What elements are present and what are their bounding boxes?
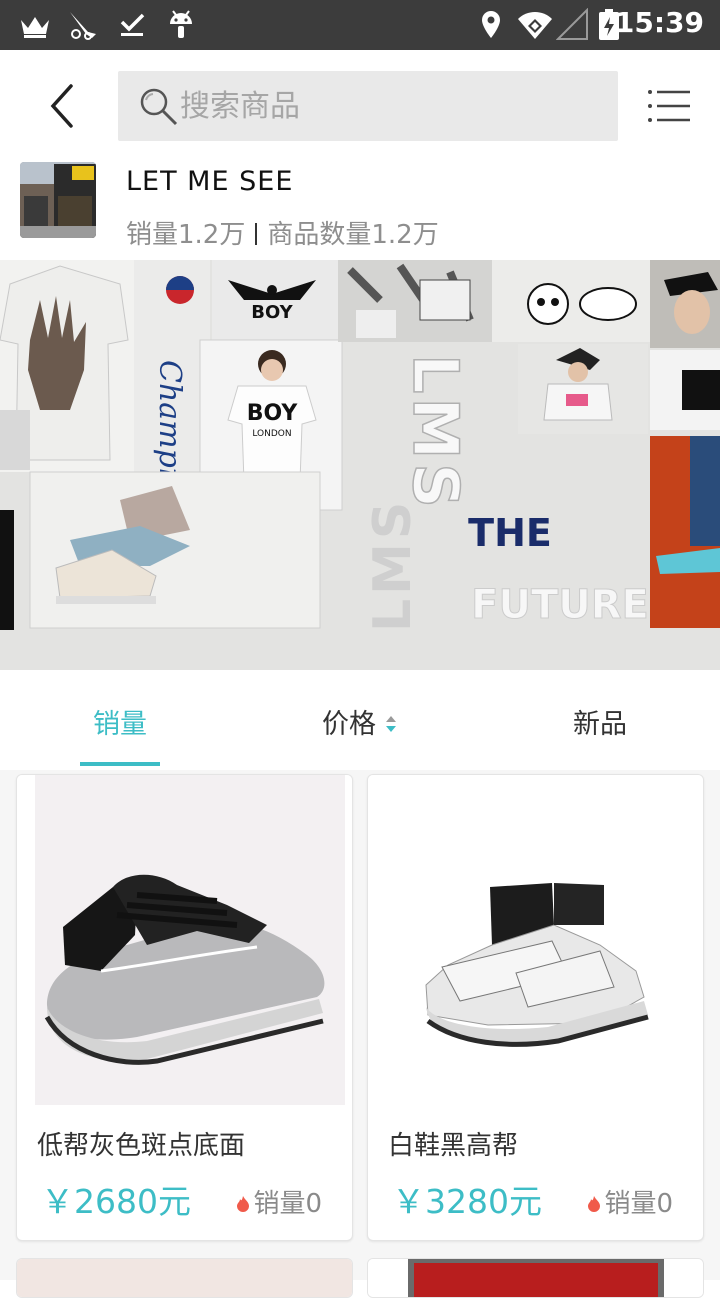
banner-tile-collage <box>338 260 492 342</box>
banner-tile-skull <box>492 260 650 342</box>
android-icon <box>170 10 192 38</box>
product-sales-label: 销量0 <box>253 1189 322 1219</box>
search-input[interactable] <box>180 81 600 131</box>
product-price: ￥3280元 <box>392 1182 542 1221</box>
tab-price-label: 价格 <box>322 709 376 740</box>
banner-tile-hand-tee <box>0 260 134 472</box>
banner-tile-sneakers <box>29 471 321 629</box>
tab-new-label: 新品 <box>573 709 627 740</box>
product-sales: 销量0 <box>588 1183 673 1220</box>
fire-icon <box>237 1196 250 1212</box>
search-bar[interactable] <box>118 71 618 141</box>
product-card-partial[interactable] <box>16 1258 353 1298</box>
search-icon <box>140 88 178 126</box>
menu-button[interactable] <box>640 78 698 134</box>
product-sales: 销量0 <box>237 1183 322 1220</box>
download-done-icon <box>120 13 145 36</box>
banner-text-future: FUTURE <box>471 582 649 628</box>
banner-tile-boy-eagle: BOY <box>212 260 340 340</box>
crown-icon <box>21 17 49 38</box>
banner-text-boy-tee: BOY <box>247 401 299 426</box>
product-image <box>17 1259 352 1297</box>
wifi-icon <box>518 11 552 39</box>
sort-arrows-icon <box>386 716 396 732</box>
signal-icon <box>556 8 588 40</box>
product-image <box>368 1259 703 1297</box>
shop-info[interactable]: LET ME SEE 销量1.2万 商品数量1.2万 <box>0 160 720 260</box>
tab-new[interactable]: 新品 <box>480 670 720 770</box>
product-title: 低帮灰色斑点底面 <box>37 1131 246 1161</box>
active-tab-indicator <box>80 762 160 766</box>
product-sales-label: 销量0 <box>604 1189 673 1219</box>
shop-name: LET ME SEE <box>126 166 294 197</box>
tab-price[interactable]: 价格 <box>240 670 480 770</box>
shop-sales: 销量1.2万 <box>126 220 246 250</box>
shop-product-count: 商品数量1.2万 <box>267 220 439 250</box>
status-bar: 15:39 <box>0 0 720 50</box>
banner-text-london: LONDON <box>252 429 291 439</box>
product-price: ￥2680元 <box>41 1182 191 1221</box>
sort-tabs: 销量 价格 新品 <box>0 670 720 770</box>
banner-tile-pink-model <box>518 344 648 434</box>
banner-text-the: THE <box>468 511 552 555</box>
tab-sales[interactable]: 销量 <box>0 670 240 770</box>
banner-tile-orange <box>650 350 720 628</box>
shop-banner[interactable]: Champion BOY BOY LONDON LMS LMS THE FUTU… <box>0 260 720 670</box>
banner-text-lms: LMS <box>399 354 472 512</box>
back-button[interactable] <box>30 70 94 142</box>
product-image <box>17 775 352 1105</box>
stats-divider <box>255 223 258 245</box>
fire-icon <box>588 1196 601 1212</box>
tab-sales-label: 销量 <box>93 709 147 740</box>
top-bar <box>0 50 720 160</box>
banner-tile-cap-model <box>650 260 720 348</box>
product-title: 白鞋黑高帮 <box>388 1131 519 1161</box>
shop-avatar <box>20 162 96 238</box>
product-card[interactable]: 低帮灰色斑点底面 ￥2680元 销量0 <box>16 774 353 1241</box>
location-icon <box>482 11 500 38</box>
product-card-partial[interactable] <box>367 1258 704 1298</box>
bird-icon <box>70 12 96 40</box>
product-image <box>368 775 703 1105</box>
banner-text-lms-mirror: LMS <box>363 498 423 632</box>
shop-stats: 销量1.2万 商品数量1.2万 <box>126 214 439 251</box>
clock: 15:39 <box>614 6 704 39</box>
product-card[interactable]: 白鞋黑高帮 ￥3280元 销量0 <box>367 774 704 1241</box>
banner-text-boy: BOY <box>251 302 293 323</box>
